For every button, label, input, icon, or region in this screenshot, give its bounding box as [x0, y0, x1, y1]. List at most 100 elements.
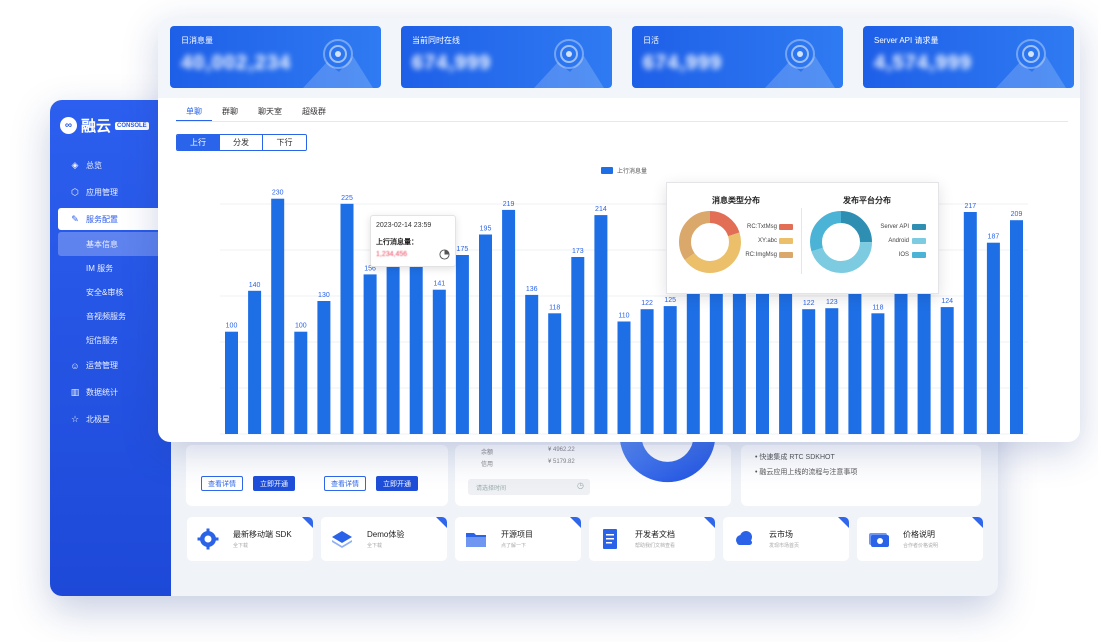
- bar-value-label: 130: [318, 292, 330, 299]
- chart-bar[interactable]: [940, 307, 954, 434]
- view-detail-button[interactable]: 查看详情: [201, 476, 243, 491]
- sidebar-item-label: 短信服务: [86, 335, 118, 345]
- bar-value-label: 125: [664, 297, 676, 304]
- chart-bar[interactable]: [525, 294, 539, 434]
- bar-value-label: 110: [618, 313, 629, 320]
- bar-value-label: 136: [526, 286, 538, 293]
- cloud-icon: [736, 531, 752, 545]
- sidebar-item-service-config[interactable]: ✎ 服务配置: [58, 208, 165, 230]
- segment-distribute[interactable]: 分发: [220, 135, 263, 150]
- money-value: ¥ 5179.82: [548, 459, 575, 465]
- tile-mobile-sdk[interactable]: 最新移动端 SDK 全下载: [187, 517, 313, 561]
- sidebar-item-basic-info[interactable]: 基本信息: [58, 232, 165, 256]
- chart-bar[interactable]: [779, 290, 793, 434]
- bar-value-label: 173: [572, 248, 584, 255]
- notice-item[interactable]: • 快速集成 RTC SDKHOT: [755, 452, 835, 462]
- chart-bar[interactable]: [963, 212, 977, 434]
- bar-value-label: 100: [295, 323, 307, 330]
- chart-bar[interactable]: [756, 287, 769, 434]
- sidebar-item-overview[interactable]: ◈ 总览: [50, 152, 171, 179]
- chart-bar[interactable]: [825, 308, 839, 434]
- tab-chatroom[interactable]: 聊天室: [248, 100, 292, 122]
- chart-bar[interactable]: [732, 270, 746, 434]
- stat-card-daily-messages[interactable]: 日消息量 40,002,234: [170, 26, 381, 88]
- chart-bar[interactable]: [986, 242, 1000, 434]
- tile-open-source[interactable]: 开源项目 点了解一下: [455, 517, 581, 561]
- notice-item[interactable]: • 融云应用上线的流程与注意事项: [755, 467, 857, 477]
- chart-bar[interactable]: [617, 321, 631, 435]
- chart-bar[interactable]: [386, 239, 400, 434]
- chart-bar[interactable]: [294, 331, 308, 434]
- chart-bar[interactable]: [1010, 220, 1023, 434]
- chart-bar[interactable]: [502, 209, 516, 434]
- tile-cloud-market[interactable]: 云市场 发现市场首页: [723, 517, 849, 561]
- sidebar-item-operations[interactable]: ☺ 运营管理: [50, 352, 171, 379]
- stat-value: 674,999: [643, 52, 723, 74]
- chart-bar[interactable]: [363, 274, 377, 434]
- chart-bar[interactable]: [340, 203, 354, 434]
- sidebar-item-polaris[interactable]: ☆ 北极星: [50, 406, 171, 433]
- sidebar-item-statistics[interactable]: ▥ 数据统计: [50, 379, 171, 406]
- tile-demo[interactable]: Demo体验 全下载: [321, 517, 447, 561]
- sidebar-item-security[interactable]: 安全&审核: [50, 280, 171, 304]
- chart-bar[interactable]: [663, 306, 677, 434]
- chart-bar[interactable]: [848, 270, 862, 434]
- stat-card-concurrent-online[interactable]: 当前同时在线 674,999: [401, 26, 612, 88]
- bar-value-label: 214: [595, 206, 607, 213]
- segment-downstream[interactable]: 下行: [263, 135, 306, 150]
- stat-card-server-api[interactable]: Server API 请求量 4,574,999: [863, 26, 1074, 88]
- bar-value-label: 219: [503, 201, 515, 208]
- chart-bar[interactable]: [594, 215, 608, 434]
- chart-bar[interactable]: [409, 251, 423, 434]
- chart-bar[interactable]: [248, 290, 262, 434]
- chart-bar[interactable]: [548, 313, 562, 434]
- tile-corner: [436, 517, 447, 528]
- chart-bar[interactable]: [432, 289, 446, 434]
- tab-super-group[interactable]: 超级群: [292, 100, 336, 122]
- sidebar-item-im-service[interactable]: IM 服务: [50, 256, 171, 280]
- sidebar-item-av-service[interactable]: 音视频服务: [50, 304, 171, 328]
- chart-bar[interactable]: [640, 309, 654, 434]
- chart-bar[interactable]: [802, 309, 816, 434]
- chart-bar[interactable]: [686, 270, 700, 434]
- segment-upstream[interactable]: 上行: [177, 135, 220, 150]
- view-detail-button[interactable]: 查看详情: [324, 476, 366, 491]
- chart-bar[interactable]: [871, 313, 885, 434]
- tab-single-chat[interactable]: 单聊: [176, 100, 212, 122]
- brand-logo[interactable]: ∞ 融云 CONSOLE: [60, 115, 149, 136]
- legend-swatch: [779, 238, 793, 244]
- chart-bar[interactable]: [225, 331, 238, 434]
- chart-bar[interactable]: [271, 198, 285, 434]
- date-picker[interactable]: 请选择时间 ◷: [468, 479, 590, 495]
- tile-title: Demo体验: [367, 530, 405, 539]
- sidebar-item-apps[interactable]: ⬡ 应用管理: [50, 179, 171, 206]
- star-icon: ☆: [70, 414, 80, 424]
- open-now-button[interactable]: 立即开通: [376, 476, 418, 491]
- chart-bar[interactable]: [479, 234, 492, 435]
- chart-bar[interactable]: [455, 255, 469, 434]
- bar-value-label: 123: [826, 299, 838, 306]
- stat-card-dau[interactable]: 日活 674,999: [632, 26, 843, 88]
- chart-bar[interactable]: [917, 270, 931, 434]
- chart-bar[interactable]: [317, 301, 331, 434]
- sidebar-item-label: 应用管理: [86, 188, 118, 197]
- chart-bar[interactable]: [571, 257, 585, 434]
- wrench-icon: ✎: [71, 213, 79, 224]
- message-type-title: 消息类型分布: [712, 196, 760, 205]
- chart-bar[interactable]: [894, 270, 908, 434]
- distribution-panel: 消息类型分布 发布平台分布 RC:TxtMsg XY:abc RC:ImgMsg…: [666, 182, 939, 294]
- open-now-button[interactable]: 立即开通: [253, 476, 295, 491]
- tab-divider: [176, 121, 1068, 122]
- pie-chart-icon: [439, 249, 450, 260]
- tile-corner: [302, 517, 313, 528]
- tooltip-label: 上行消息量：: [376, 239, 418, 246]
- stat-value: 674,999: [412, 52, 492, 74]
- tile-dev-docs[interactable]: 开发者文档 帮助我们文档查看: [589, 517, 715, 561]
- legend-swatch: [912, 224, 926, 230]
- tile-pricing[interactable]: 价格说明 合作者价格说明: [857, 517, 983, 561]
- dashboard-window: 日消息量 40,002,234 当前同时在线 674,999 日活 674,99…: [158, 18, 1080, 442]
- chart-bar[interactable]: [709, 285, 723, 434]
- sidebar-item-label: 总览: [86, 161, 102, 170]
- tab-group-chat[interactable]: 群聊: [212, 100, 248, 122]
- sidebar-item-sms-service[interactable]: 短信服务: [50, 328, 171, 352]
